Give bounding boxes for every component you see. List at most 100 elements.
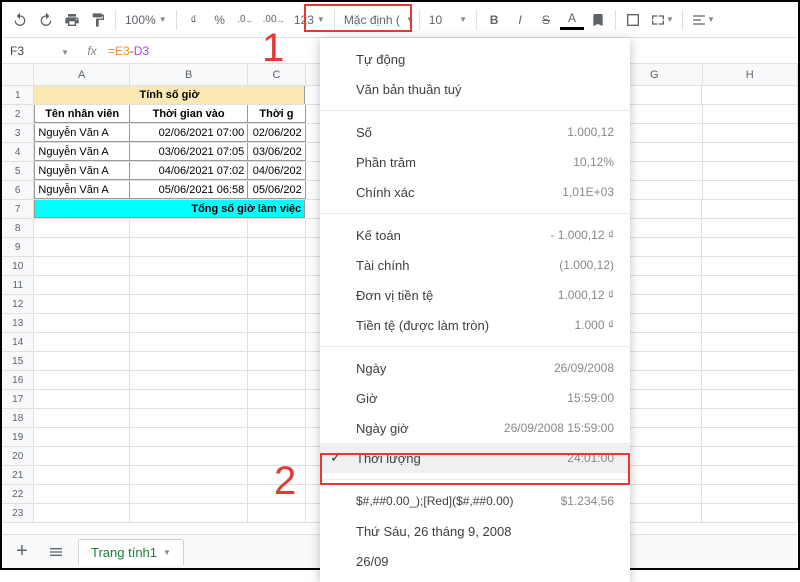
cell[interactable]: 05/06/202 xyxy=(248,181,305,199)
fill-color-button[interactable] xyxy=(586,8,610,32)
cell[interactable] xyxy=(130,276,248,294)
cell[interactable] xyxy=(248,390,305,408)
redo-icon[interactable] xyxy=(34,8,58,32)
cell[interactable] xyxy=(130,428,248,446)
cell[interactable] xyxy=(130,219,248,237)
cell[interactable]: Nguyễn Văn A xyxy=(34,143,130,161)
cell[interactable] xyxy=(248,504,305,522)
cell[interactable] xyxy=(130,447,248,465)
cell[interactable]: Tên nhân viên xyxy=(34,105,130,123)
text-color-button[interactable]: A xyxy=(560,10,584,30)
cell[interactable] xyxy=(248,333,305,351)
row-header[interactable]: 3 xyxy=(2,124,34,142)
cell[interactable] xyxy=(130,257,248,275)
cell[interactable] xyxy=(34,390,130,408)
name-box-dropdown-icon[interactable]: ▼ xyxy=(50,44,80,58)
menu-item-custom-2[interactable]: Thứ Sáu, 26 tháng 9, 2008 xyxy=(320,516,630,546)
row-header[interactable]: 2 xyxy=(2,105,34,123)
row-header[interactable]: 19 xyxy=(2,428,34,446)
row-header[interactable]: 16 xyxy=(2,371,34,389)
row-header[interactable]: 23 xyxy=(2,504,34,522)
cell[interactable] xyxy=(34,447,130,465)
cell[interactable]: 03/06/2021 07:05 xyxy=(130,143,248,161)
zoom-dropdown[interactable]: 100%▼ xyxy=(121,8,171,32)
row-header[interactable]: 22 xyxy=(2,485,34,503)
font-size-dropdown[interactable]: 10▼ xyxy=(425,8,471,32)
borders-button[interactable] xyxy=(621,8,645,32)
merge-button[interactable]: ▼ xyxy=(647,8,677,32)
row-header[interactable]: 17 xyxy=(2,390,34,408)
cell[interactable] xyxy=(34,257,130,275)
cell[interactable] xyxy=(130,314,248,332)
cell[interactable] xyxy=(248,295,305,313)
cell[interactable] xyxy=(248,371,305,389)
cell[interactable] xyxy=(130,371,248,389)
row-header[interactable]: 5 xyxy=(2,162,34,180)
cell[interactable] xyxy=(130,504,248,522)
cell[interactable]: Nguyễn Văn A xyxy=(34,124,130,142)
row-header[interactable]: 4 xyxy=(2,143,34,161)
cell[interactable] xyxy=(248,409,305,427)
paint-format-icon[interactable] xyxy=(86,8,110,32)
row-header[interactable]: 6 xyxy=(2,181,34,199)
cell[interactable] xyxy=(130,352,248,370)
cell[interactable] xyxy=(34,485,130,503)
cell[interactable] xyxy=(130,333,248,351)
cell[interactable]: 02/06/202 xyxy=(248,124,305,142)
menu-item-number[interactable]: Số1.000,12 xyxy=(320,117,630,147)
currency-icon[interactable]: ₫ xyxy=(182,8,206,32)
cell[interactable]: 05/06/2021 06:58 xyxy=(130,181,248,199)
menu-item-date[interactable]: Ngày26/09/2008 xyxy=(320,353,630,383)
menu-item-plain-text[interactable]: Văn bản thuần tuý xyxy=(320,74,630,104)
cell[interactable]: 03/06/202 xyxy=(248,143,305,161)
cell-total[interactable]: Tổng số giờ làm việc xyxy=(34,200,305,218)
cell[interactable]: Nguyễn Văn A xyxy=(34,162,130,180)
bold-button[interactable]: B xyxy=(482,8,506,32)
cell[interactable]: 02/06/2021 07:00 xyxy=(130,124,248,142)
cell[interactable] xyxy=(34,428,130,446)
menu-item-duration[interactable]: ✓Thời lượng24:01:00 xyxy=(320,443,630,473)
row-header[interactable]: 1 xyxy=(2,86,34,104)
cell[interactable] xyxy=(248,428,305,446)
menu-item-time[interactable]: Giờ15:59:00 xyxy=(320,383,630,413)
row-header[interactable]: 8 xyxy=(2,219,34,237)
menu-item-auto[interactable]: Tự động xyxy=(320,44,630,74)
cell[interactable]: Thời gian vào xyxy=(130,105,248,123)
decrease-decimal-icon[interactable]: .0← xyxy=(234,8,258,32)
cell-title[interactable]: Tính số giờ xyxy=(34,86,305,104)
row-header[interactable]: 11 xyxy=(2,276,34,294)
cell[interactable] xyxy=(130,238,248,256)
cell[interactable] xyxy=(130,295,248,313)
strikethrough-button[interactable]: S xyxy=(534,8,558,32)
name-box[interactable]: F3 xyxy=(2,44,50,58)
number-format-dropdown[interactable]: 123▼ xyxy=(290,8,329,32)
row-header[interactable]: 12 xyxy=(2,295,34,313)
cell[interactable] xyxy=(34,371,130,389)
print-icon[interactable] xyxy=(60,8,84,32)
cell[interactable] xyxy=(34,219,130,237)
cell[interactable] xyxy=(248,257,305,275)
cell[interactable] xyxy=(34,314,130,332)
row-header[interactable]: 9 xyxy=(2,238,34,256)
col-header-h[interactable]: H xyxy=(703,64,798,85)
menu-item-accounting[interactable]: Kế toán- 1.000,12 ₫ xyxy=(320,220,630,250)
col-header-a[interactable]: A xyxy=(34,64,129,85)
cell[interactable] xyxy=(248,276,305,294)
cell[interactable]: Nguyễn Văn A xyxy=(34,181,130,199)
row-header[interactable]: 14 xyxy=(2,333,34,351)
cell[interactable] xyxy=(130,390,248,408)
menu-item-currency-rounded[interactable]: Tiền tệ (được làm tròn)1.000 ₫ xyxy=(320,310,630,340)
row-header[interactable]: 15 xyxy=(2,352,34,370)
menu-item-scientific[interactable]: Chính xác1,01E+03 xyxy=(320,177,630,207)
cell[interactable] xyxy=(34,409,130,427)
cell[interactable] xyxy=(34,295,130,313)
formula-input[interactable]: =E3-D3 xyxy=(104,44,153,58)
row-header[interactable]: 21 xyxy=(2,466,34,484)
cell[interactable] xyxy=(34,352,130,370)
cell[interactable] xyxy=(130,485,248,503)
cell[interactable] xyxy=(248,352,305,370)
cell[interactable] xyxy=(248,238,305,256)
cell[interactable]: 04/06/202 xyxy=(248,162,305,180)
cell[interactable] xyxy=(130,409,248,427)
row-header[interactable]: 10 xyxy=(2,257,34,275)
